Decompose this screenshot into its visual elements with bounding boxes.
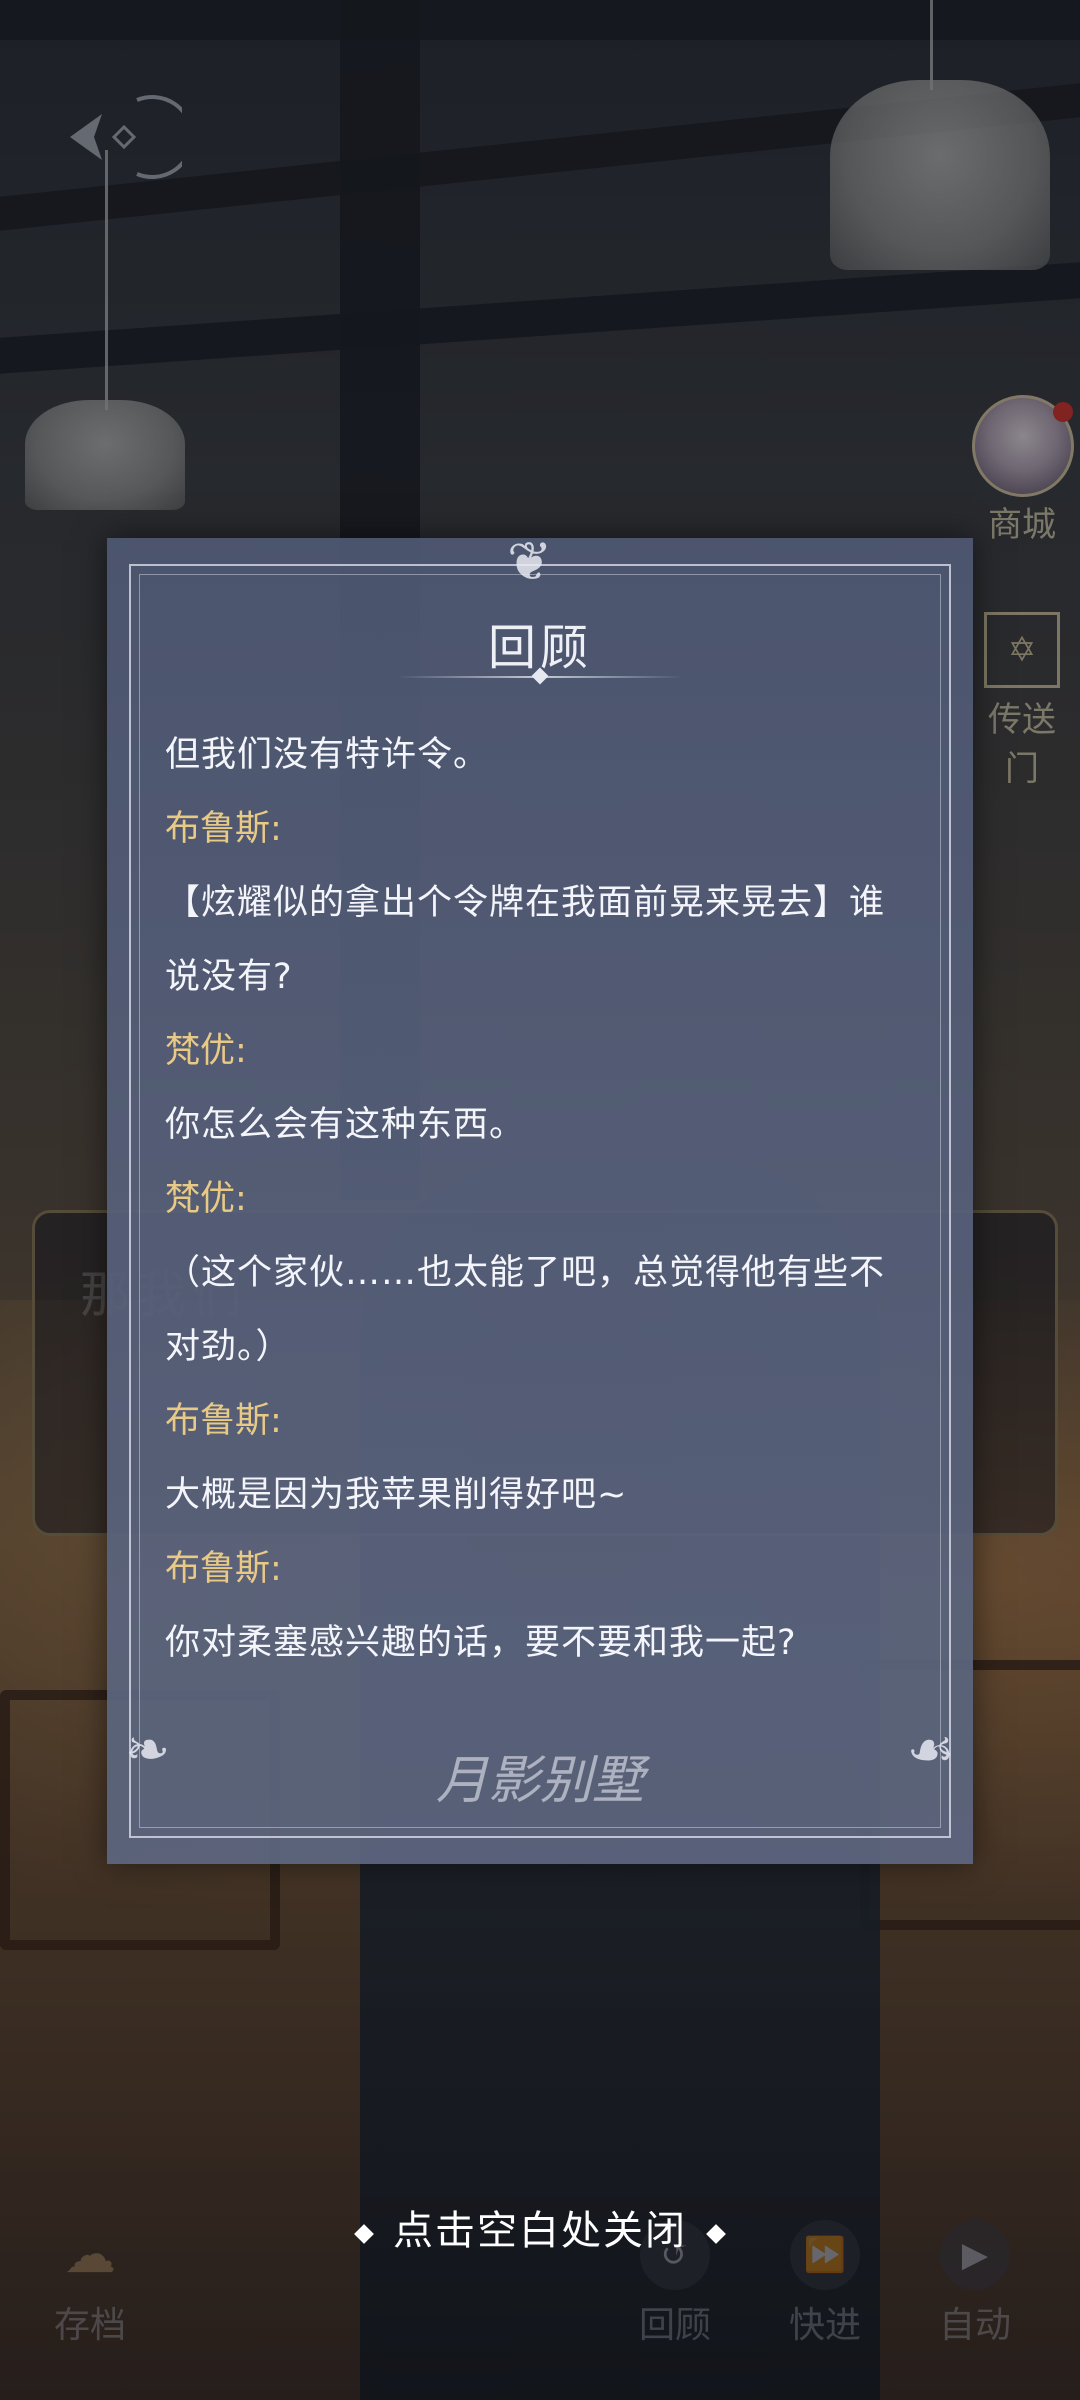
diamond-icon bbox=[354, 2224, 374, 2244]
close-hint: 点击空白处关闭 bbox=[0, 2198, 1080, 2256]
dialogue-line: 你怎么会有这种东西。 bbox=[165, 1105, 526, 1145]
close-hint-text: 点击空白处关闭 bbox=[393, 2208, 687, 2254]
game-logo: 月影别墅 bbox=[435, 1751, 644, 1811]
dialogue-line: （这个家伙……也太能了吧，总觉得他有些不 bbox=[165, 1253, 886, 1293]
dialogue-line: 但我们没有特许令。 bbox=[165, 735, 490, 775]
review-panel: ❦ ❧ ☙ 回顾 但我们没有特许令。 布鲁斯: 【炫耀似的拿出个令牌在我面前晃来晃去… bbox=[107, 530, 973, 1864]
dialogue-line: 说没有? bbox=[165, 957, 293, 997]
dialogue-line: 对劲。） bbox=[165, 1327, 292, 1367]
speaker-name: 梵优: bbox=[165, 1179, 247, 1219]
speaker-name: 布鲁斯: bbox=[165, 1549, 282, 1589]
review-log[interactable]: 但我们没有特许令。 布鲁斯: 【炫耀似的拿出个令牌在我面前晃来晃去】谁 说没有? 梵优:… bbox=[165, 718, 935, 1680]
speaker-name: 布鲁斯: bbox=[165, 809, 282, 849]
top-ornament-icon: ❦ bbox=[507, 530, 553, 593]
dialogue-line: 你对柔塞感兴趣的话，要不要和我一起? bbox=[165, 1623, 797, 1663]
dialogue-line: 大概是因为我苹果削得好吧~ bbox=[165, 1475, 628, 1515]
speaker-name: 布鲁斯: bbox=[165, 1401, 282, 1441]
dialogue-line: 【炫耀似的拿出个令牌在我面前晃来晃去】谁 bbox=[165, 883, 886, 923]
speaker-name: 梵优: bbox=[165, 1031, 247, 1071]
diamond-icon bbox=[706, 2224, 726, 2244]
